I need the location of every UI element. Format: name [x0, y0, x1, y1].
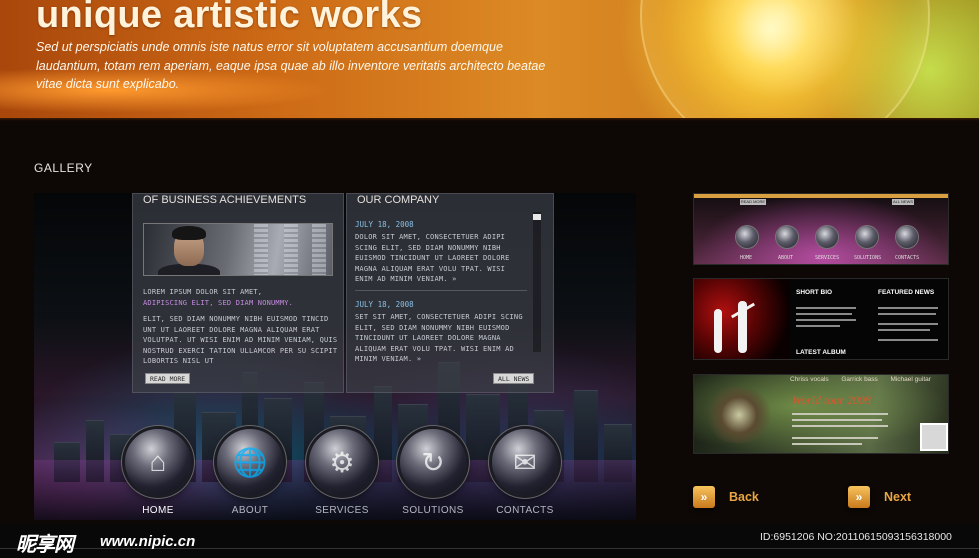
thumbnail-photo [920, 423, 948, 451]
gallery-thumbnail[interactable]: READ MORE ALL NEWS HOME ABOUT SERVICES S… [693, 193, 949, 265]
nav-services-label: SERVICES [315, 505, 369, 516]
gallery-thumbnail[interactable]: SHORT BIO FEATURED NEWS LATEST ALBUM [693, 278, 949, 360]
mini-nav-label: HOME [740, 255, 753, 261]
refresh-icon[interactable]: ↻ [400, 429, 466, 495]
gallery-title: GALLERY [34, 161, 93, 175]
nav-about-label: ABOUT [231, 505, 269, 516]
business-body: ELIT, SED DIAM NONUMMY NIBH EUISMOD TINC… [143, 315, 338, 366]
mini-nav-label: ABOUT [778, 255, 794, 261]
thumbnail-topbar: Chriss vocals Garrick bass Michael guita… [790, 376, 931, 383]
envelope-icon[interactable]: ✉ [492, 429, 558, 495]
news-scrollbar[interactable] [533, 212, 541, 352]
business-intro: LOREM IPSUM DOLOR SIT AMET, ADIPISCING E… [143, 287, 338, 308]
scroll-thumb[interactable] [533, 214, 541, 220]
back-label[interactable]: Back [729, 490, 759, 504]
nav-home-label: HOME [142, 505, 174, 516]
business-heading: OF BUSINESS ACHIEVEMENTS [143, 194, 307, 206]
gear-icon[interactable]: ⚙ [309, 429, 375, 495]
mini-refresh-icon [856, 226, 878, 248]
nav-about[interactable]: 🌐 ABOUT [205, 429, 295, 516]
watermark-id: ID:6951206 NO:20110615093156318000 [760, 531, 952, 543]
mini-gear-icon [816, 226, 838, 248]
business-intro-line-1: LOREM IPSUM DOLOR SIT AMET, [143, 288, 263, 296]
text-line [796, 307, 856, 309]
text-line [792, 425, 888, 427]
home-icon[interactable]: ⌂ [125, 429, 191, 495]
text-line [796, 325, 840, 327]
mini-globe-icon [776, 226, 798, 248]
company-heading: OUR COMPANY [357, 194, 440, 206]
nav-contacts-label: CONTACTS [496, 505, 554, 516]
nav-home[interactable]: ⌂ HOME [113, 429, 203, 516]
mini-nav-label: SERVICES [815, 255, 840, 261]
text-line [792, 419, 882, 421]
gallery-thumbnail[interactable]: Chriss vocals Garrick bass Michael guita… [693, 374, 949, 454]
watermark-url: www.nipic.cn [100, 533, 196, 550]
nav-contacts[interactable]: ✉ CONTACTS [480, 429, 570, 516]
text-line [878, 323, 938, 325]
text-line [878, 307, 938, 309]
globe-icon[interactable]: 🌐 [217, 429, 283, 495]
news-text: DOLOR SIT AMET, CONSECTETUER ADIPI SCING… [355, 233, 510, 284]
text-line [878, 339, 938, 341]
read-more-button[interactable]: READ MORE [145, 373, 191, 384]
page: unique artistic works Sed ut perspiciati… [0, 0, 979, 558]
thumbnail-heading: FEATURED NEWS [878, 289, 935, 296]
text-line [792, 437, 878, 439]
news-date: JULY 18, 2008 [355, 220, 414, 229]
nav-solutions-label: SOLUTIONS [402, 505, 464, 516]
text-line [878, 313, 936, 315]
all-news-button[interactable]: ALL NEWS [493, 373, 535, 384]
news-text: SET SIT AMET, CONSECTETUER ADIPI SCING E… [355, 313, 523, 364]
nav-solutions[interactable]: ↻ SOLUTIONS [388, 429, 478, 516]
hero-description: Sed ut perspiciatis unde omnis iste natu… [36, 40, 546, 91]
thumbnail-heading: LATEST ALBUM [796, 349, 846, 356]
business-intro-line-2: ADIPISCING ELIT, SED DIAM NONUMMY. [143, 298, 294, 307]
news-divider [355, 290, 527, 291]
mini-nav-label: SOLUTIONS [854, 255, 882, 261]
text-line [796, 319, 856, 321]
business-photo [143, 223, 333, 276]
header-divider [0, 118, 979, 121]
news-date: JULY 18, 2008 [355, 300, 414, 309]
gallery-main-image[interactable]: OF BUSINESS ACHIEVEMENTS LOREM IPSUM DOL… [34, 193, 636, 520]
watermark-logo: 昵享网 [16, 534, 74, 556]
text-line [792, 413, 888, 415]
thumbnail-heading: SHORT BIO [796, 289, 833, 296]
text-line [792, 443, 862, 445]
back-arrow-icon[interactable]: » [693, 486, 715, 508]
mini-nav-label: CONTACTS [895, 255, 920, 261]
text-line [796, 313, 852, 315]
thumbnail-border [694, 194, 948, 198]
orb-navigation: ⌂ HOME 🌐 ABOUT ⚙ SERVICES ↻ SOLUTIONS ✉ … [34, 429, 636, 519]
thumbnail-art [704, 387, 774, 443]
business-panel: OF BUSINESS ACHIEVEMENTS LOREM IPSUM DOL… [132, 193, 344, 393]
mini-envelope-icon [896, 226, 918, 248]
back-button[interactable]: » Back [693, 486, 759, 508]
silhouette [714, 309, 722, 353]
next-button[interactable]: » Next [848, 486, 911, 508]
text-line [878, 329, 930, 331]
hero-title: unique artistic works [36, 0, 423, 36]
hero-banner: unique artistic works Sed ut perspiciati… [0, 0, 979, 121]
thumbnail-tag: READ MORE [740, 199, 766, 205]
company-panel: OUR COMPANY JULY 18, 2008 DOLOR SIT AMET… [346, 193, 554, 393]
mini-home-icon [736, 226, 758, 248]
next-label[interactable]: Next [884, 490, 911, 504]
thumbnail-title: World tour 2008 [792, 393, 871, 407]
thumbnail-tag: ALL NEWS [892, 199, 914, 205]
next-arrow-icon[interactable]: » [848, 486, 870, 508]
nav-services[interactable]: ⚙ SERVICES [297, 429, 387, 516]
